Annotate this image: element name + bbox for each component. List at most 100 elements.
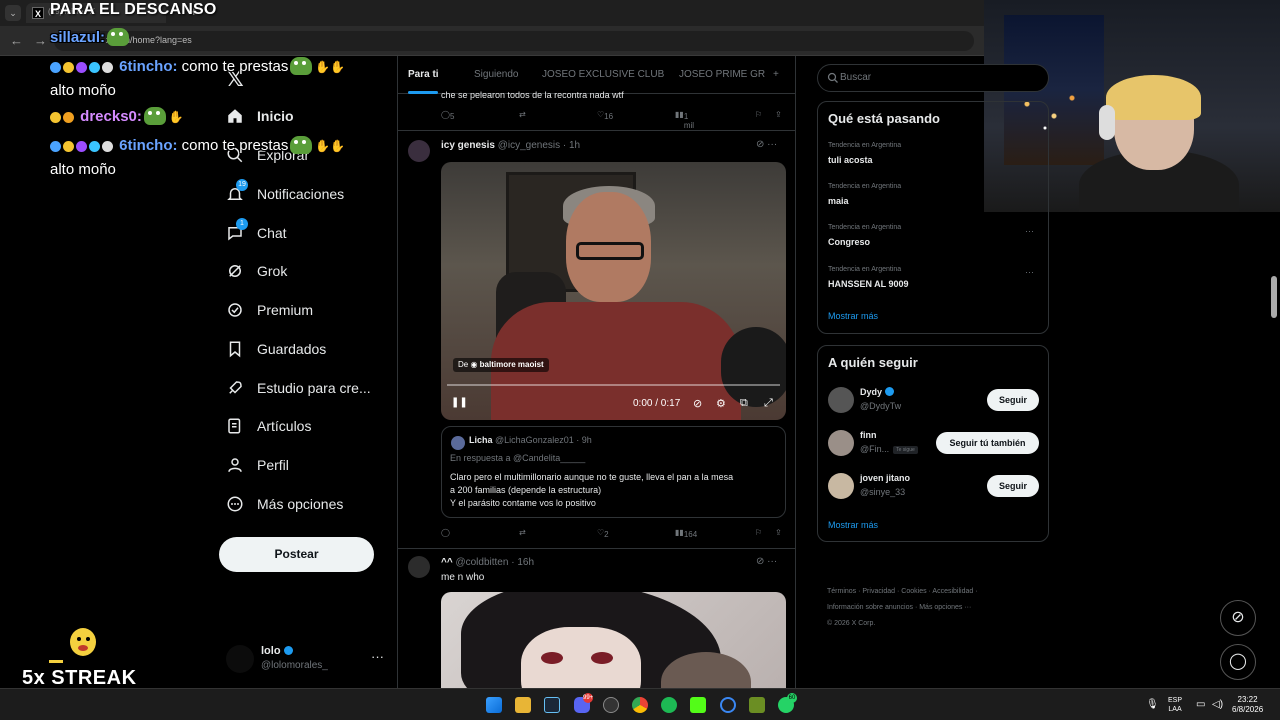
- tweet-author[interactable]: ^^ @coldbitten · 16h: [441, 557, 534, 568]
- nav-item-mas-opciones[interactable]: Más opciones: [226, 489, 343, 519]
- nav-item-chat[interactable]: 1 Chat: [226, 218, 287, 248]
- follow-name[interactable]: finn: [860, 430, 877, 440]
- nav-item-estudio[interactable]: Estudio para cre...: [226, 373, 371, 403]
- views-button[interactable]: ▮▮ 164: [675, 528, 697, 539]
- windows-start-icon[interactable]: [486, 697, 502, 713]
- nav-label: Estudio para cre...: [257, 380, 371, 396]
- account-switcher[interactable]: lolo @lolomorales_ ···: [226, 643, 391, 675]
- trend-item[interactable]: HANSSEN AL 9009: [828, 279, 909, 289]
- steam-icon[interactable]: [544, 697, 560, 713]
- discord-icon[interactable]: 99+: [574, 693, 594, 713]
- post-button[interactable]: Postear: [219, 537, 374, 572]
- video-time: 0:00 / 0:17: [633, 398, 681, 409]
- network-icon[interactable]: ▭: [1196, 699, 1205, 710]
- nav-item-notificaciones[interactable]: 19 Notificaciones: [226, 179, 344, 209]
- follow-back-button[interactable]: Seguir tú también: [936, 432, 1039, 454]
- avatar[interactable]: [408, 556, 430, 578]
- whatsapp-icon[interactable]: 60: [778, 693, 797, 713]
- streak-label: 5x STREAK: [22, 667, 137, 689]
- quoted-tweet[interactable]: Licha @LichaGonzalez01 · 9h En respuesta…: [441, 426, 786, 518]
- fullscreen-icon[interactable]: ⤢: [764, 397, 773, 410]
- avatar[interactable]: [408, 140, 430, 162]
- file-explorer-icon[interactable]: [515, 697, 531, 713]
- views-button[interactable]: ▮▮ 1 mil: [675, 110, 694, 130]
- language-indicator[interactable]: ESP LAA: [1168, 696, 1182, 714]
- more-dots-icon[interactable]: ···: [1025, 267, 1034, 277]
- tweet-image[interactable]: [441, 592, 786, 688]
- nav-item-premium[interactable]: Premium: [226, 295, 313, 325]
- nav-item-articulos[interactable]: Artículos: [226, 411, 311, 441]
- nav-item-grok[interactable]: Grok: [226, 256, 287, 286]
- messages-float-button[interactable]: ◯: [1220, 644, 1256, 680]
- nav-label: Guardados: [257, 341, 327, 357]
- ccleaner-icon[interactable]: [720, 697, 736, 713]
- nav-item-guardados[interactable]: Guardados: [226, 334, 326, 364]
- reply-context: En respuesta a @Candelita_____: [450, 453, 586, 463]
- mute-icon[interactable]: ⊘: [693, 397, 702, 410]
- spotify-icon[interactable]: [661, 697, 677, 713]
- video-player[interactable]: De ◉ baltimore maoist ❚❚ 0:00 / 0:17 ⊘ ⚙…: [441, 162, 786, 420]
- search-input[interactable]: Buscar: [817, 64, 1049, 92]
- tab-joseo-prime[interactable]: JOSEO PRIME GR: [679, 69, 765, 80]
- chat-badge: 1: [236, 218, 248, 230]
- add-tab-icon[interactable]: +: [773, 69, 779, 80]
- clock[interactable]: 23:22 6/8/2026: [1232, 695, 1263, 715]
- grok-float-button[interactable]: ⊘: [1220, 600, 1256, 636]
- chat-text: alto moño: [50, 82, 116, 99]
- app-icon[interactable]: [749, 697, 765, 713]
- tab-joseo-exclusive[interactable]: JOSEO EXCLUSIVE CLUB: [542, 69, 664, 80]
- chat-badges: [50, 109, 76, 126]
- like-button[interactable]: ♡ 16: [597, 110, 613, 121]
- nav-item-inicio[interactable]: Inicio: [226, 101, 294, 131]
- back-arrow-icon[interactable]: ←: [10, 33, 23, 48]
- scrollbar[interactable]: [1271, 276, 1277, 318]
- settings-icon[interactable]: ⚙: [716, 397, 726, 410]
- follow-button[interactable]: Seguir: [987, 389, 1039, 411]
- reply-button[interactable]: ◯ 5: [441, 110, 454, 121]
- avatar[interactable]: [828, 473, 854, 499]
- nav-item-perfil[interactable]: Perfil: [226, 450, 289, 480]
- video-progress[interactable]: [447, 384, 780, 386]
- bookmark-icon[interactable]: ⚐: [755, 110, 762, 119]
- follows-you-badge: Te sigue: [893, 446, 918, 454]
- like-button[interactable]: ♡ 2: [597, 528, 609, 539]
- video-source[interactable]: De ◉ baltimore maoist: [453, 358, 549, 372]
- follow-button[interactable]: Seguir: [987, 475, 1039, 497]
- chrome-icon[interactable]: [632, 697, 648, 713]
- footer-line[interactable]: Información sobre anuncios · Más opcione…: [827, 600, 1047, 616]
- pip-icon[interactable]: ⧉: [740, 397, 748, 410]
- tab-siguiendo[interactable]: Siguiendo: [474, 69, 518, 80]
- bookmark-icon[interactable]: ⚐: [755, 528, 762, 537]
- avatar[interactable]: [828, 387, 854, 413]
- grok-icon[interactable]: ⊘ ···: [756, 139, 777, 150]
- kick-icon[interactable]: [690, 697, 706, 713]
- follow-name[interactable]: Dydy: [860, 387, 895, 397]
- show-more-link[interactable]: Mostrar más: [828, 311, 878, 321]
- show-more-link[interactable]: Mostrar más: [828, 520, 878, 530]
- forward-arrow-icon[interactable]: →: [34, 33, 47, 48]
- url-field[interactable]: x.com/home?lang=es: [54, 31, 974, 51]
- microphone-icon[interactable]: 🎙: [1146, 699, 1159, 710]
- more-dots-icon[interactable]: ···: [1025, 226, 1034, 236]
- retweet-icon[interactable]: ⇄: [519, 528, 526, 537]
- more-dots-icon[interactable]: ···: [371, 649, 384, 664]
- avatar: [451, 436, 465, 450]
- footer-line[interactable]: Términos · Privacidad · Cookies · Accesi…: [827, 584, 1047, 600]
- reply-icon[interactable]: ◯: [441, 528, 450, 537]
- grok-icon[interactable]: ⊘ ···: [756, 556, 777, 567]
- trend-item[interactable]: maia: [828, 196, 849, 206]
- tweet-author[interactable]: icy genesis @icy_genesis · 1h: [441, 140, 580, 151]
- home-icon: [226, 107, 244, 125]
- follow-name[interactable]: joven jitano: [860, 473, 910, 483]
- avatar[interactable]: [828, 430, 854, 456]
- pause-icon[interactable]: ❚❚: [451, 397, 468, 408]
- volume-icon[interactable]: ◁): [1212, 699, 1223, 710]
- share-icon[interactable]: ⇪: [775, 110, 782, 119]
- trend-item[interactable]: Congreso: [828, 237, 870, 247]
- obs-icon[interactable]: [603, 697, 619, 713]
- retweet-icon[interactable]: ⇄: [519, 110, 526, 119]
- share-icon[interactable]: ⇪: [775, 528, 782, 537]
- tab-para-ti[interactable]: Para ti: [408, 69, 439, 80]
- trend-item[interactable]: tuli acosta: [828, 155, 873, 165]
- tab-list-button[interactable]: ⌄: [5, 5, 21, 21]
